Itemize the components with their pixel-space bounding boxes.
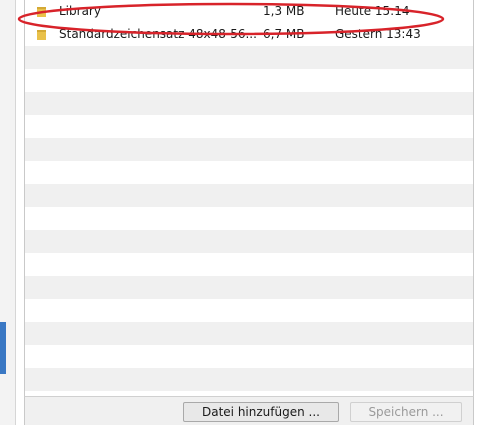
empty-row (25, 138, 473, 161)
button-bar: Datei hinzufügen ... Speichern ... (24, 396, 474, 425)
empty-row (25, 345, 473, 368)
empty-row (25, 322, 473, 345)
empty-row (25, 92, 473, 115)
empty-row (25, 230, 473, 253)
dialog-left-edge (0, 0, 16, 425)
empty-row (25, 276, 473, 299)
empty-row (25, 368, 473, 391)
file-list-panel: Library 1,3 MB Heute 15:14 Standardzeich… (24, 0, 474, 396)
empty-row (25, 161, 473, 184)
selection-accent-bar (0, 322, 6, 374)
save-button[interactable]: Speichern ... (350, 402, 462, 422)
empty-row (25, 69, 473, 92)
file-list: Library 1,3 MB Heute 15:14 Standardzeich… (25, 0, 473, 391)
add-file-button[interactable]: Datei hinzufügen ... (183, 402, 339, 422)
empty-row (25, 253, 473, 276)
empty-row (25, 299, 473, 322)
empty-row (25, 184, 473, 207)
empty-row (25, 46, 473, 69)
red-highlight-ellipse (17, 2, 445, 36)
empty-row (25, 207, 473, 230)
empty-row (25, 115, 473, 138)
